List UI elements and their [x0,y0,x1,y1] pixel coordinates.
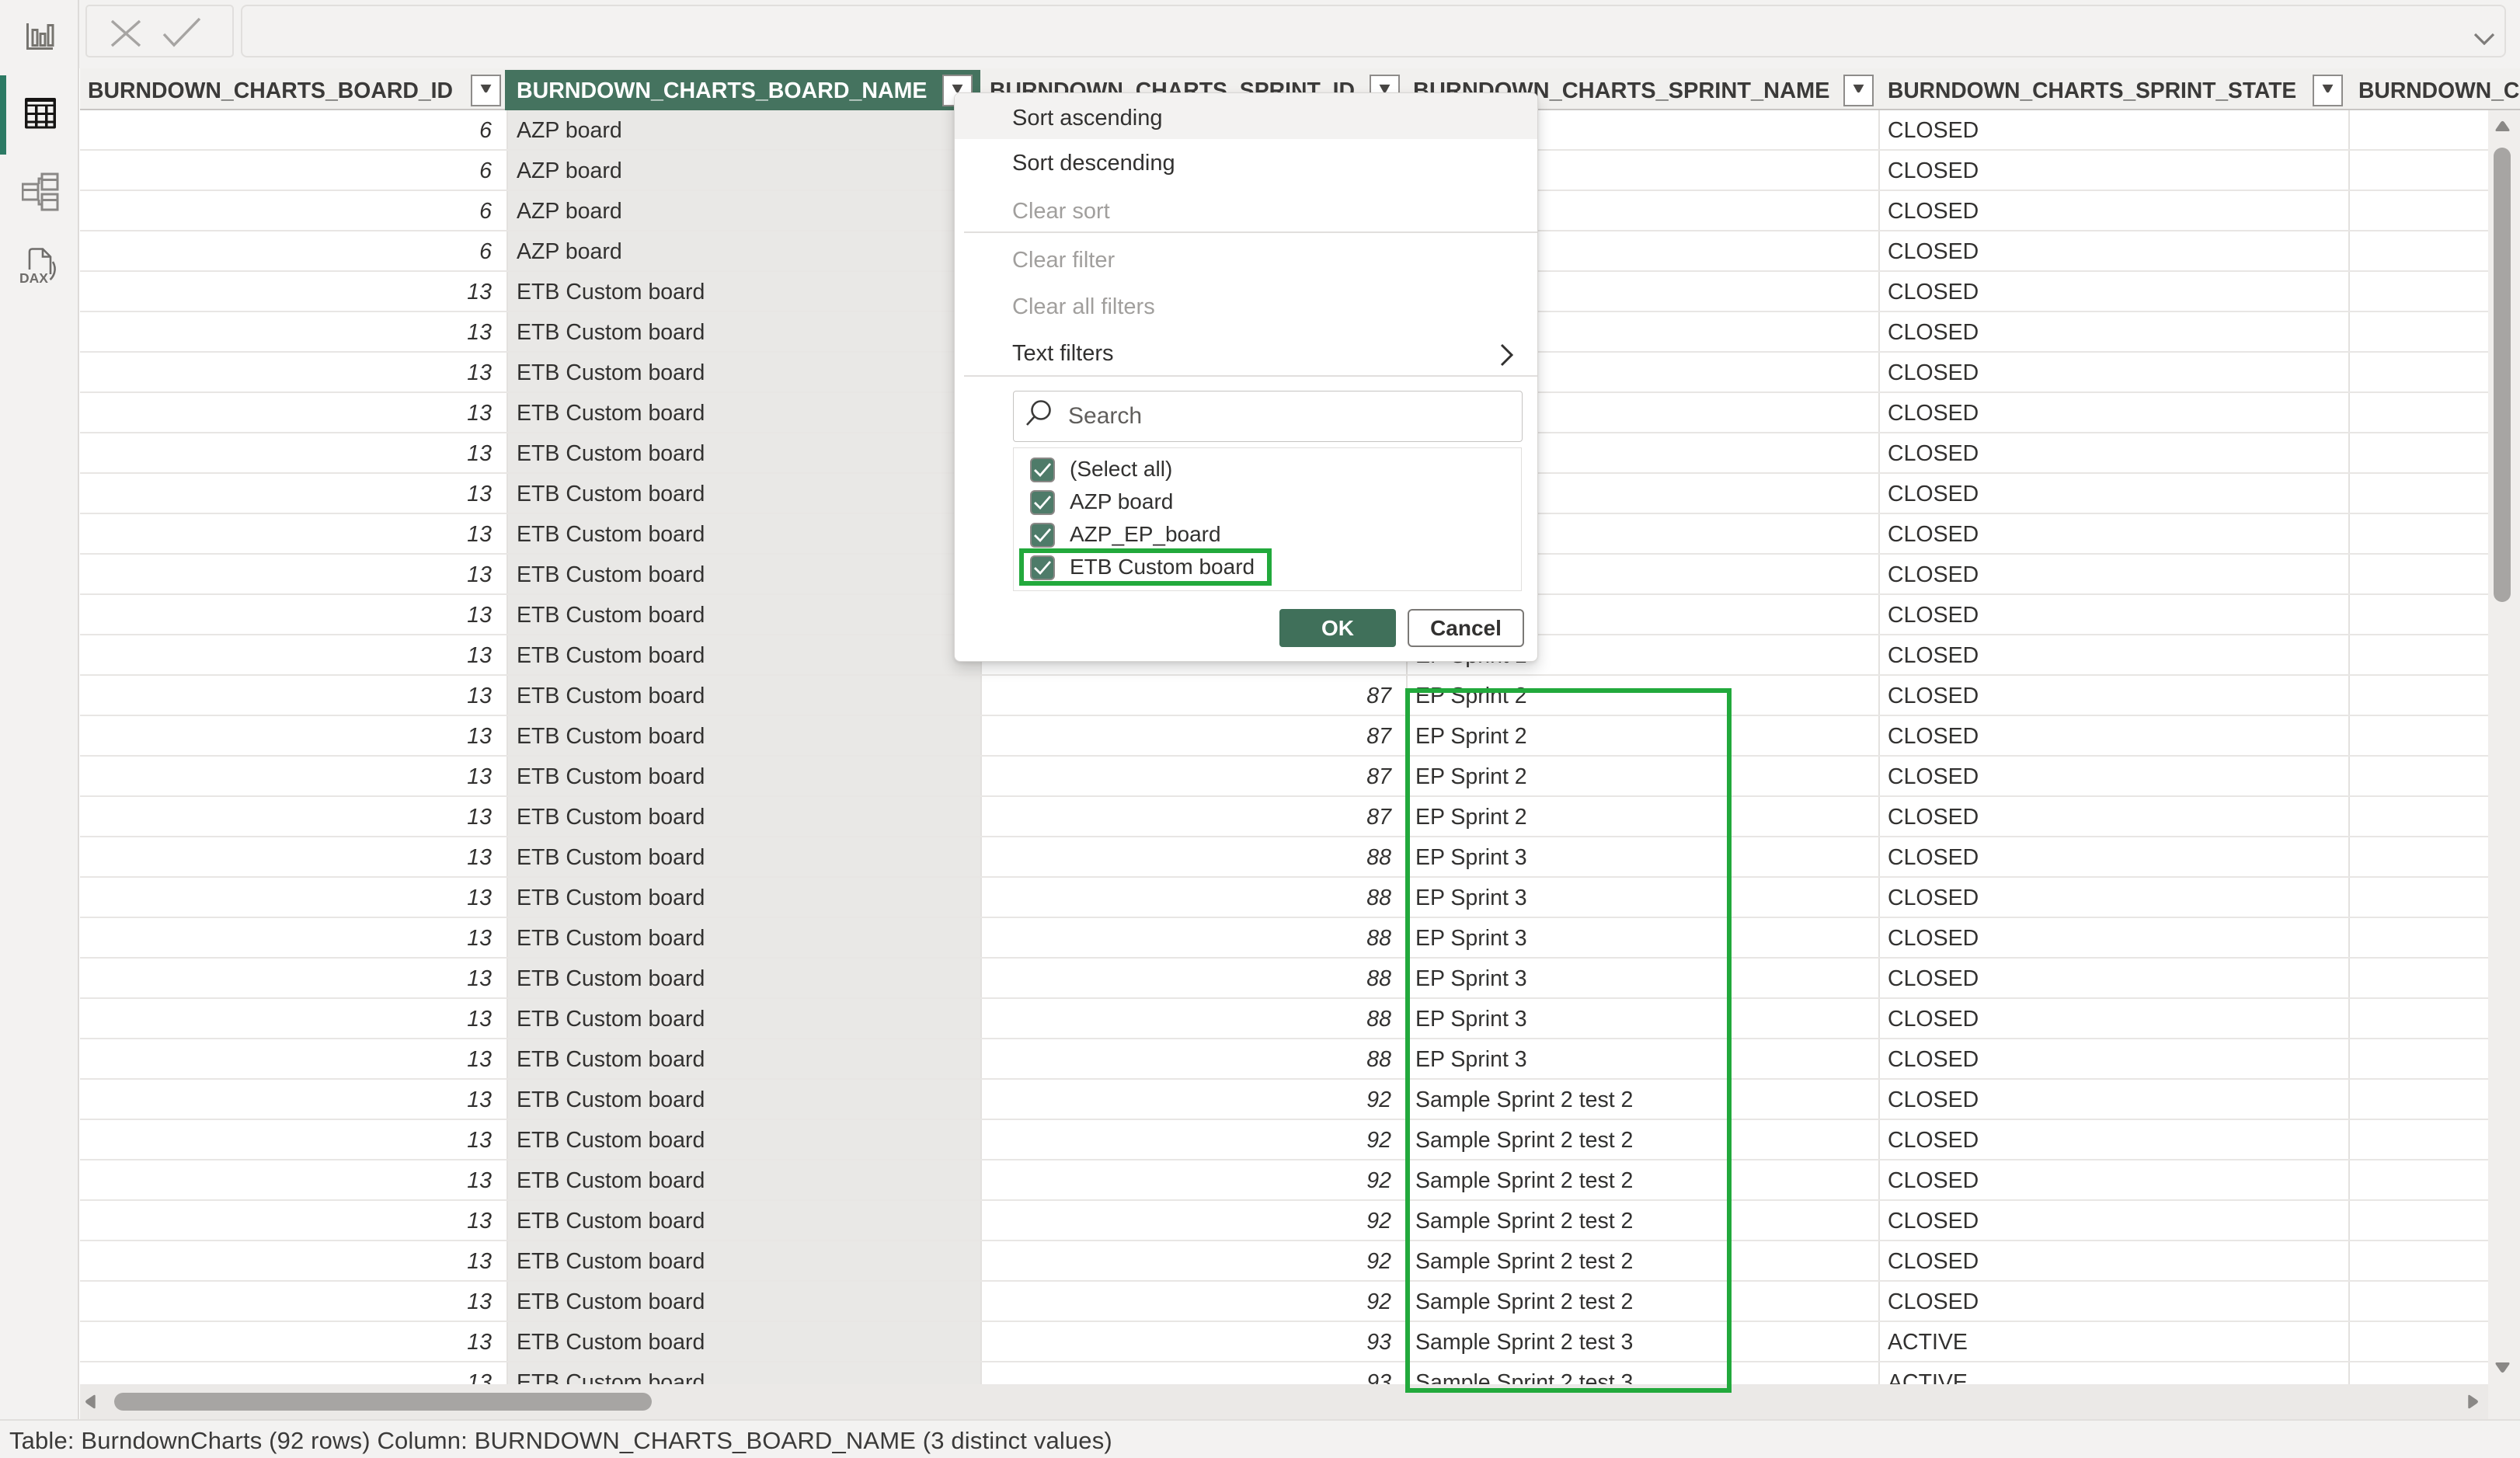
svg-text:DAX: DAX [19,270,48,286]
